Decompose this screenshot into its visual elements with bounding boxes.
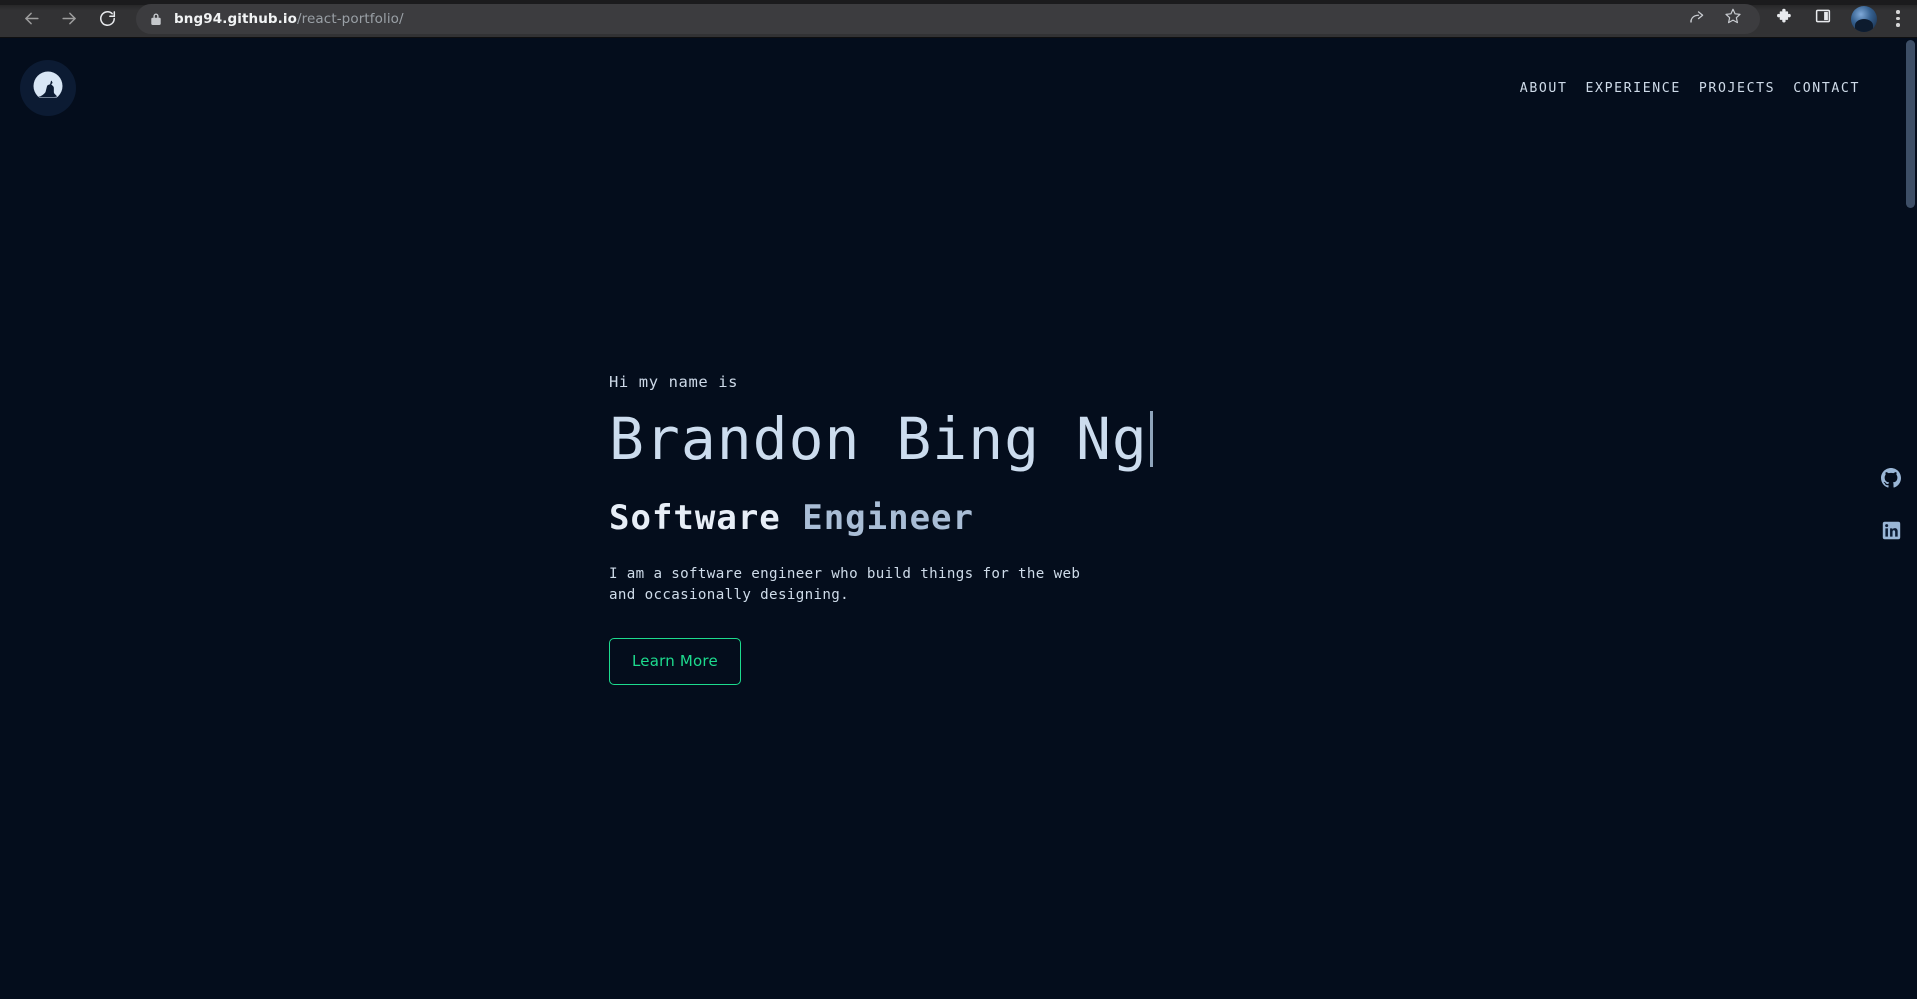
github-icon: [1881, 468, 1901, 493]
hero-section: Hi my name is Brandon Bing Ng Software E…: [609, 373, 1309, 685]
url-text: bng94.github.io/react-portfolio/: [174, 11, 404, 27]
browser-actions: [1776, 5, 1900, 32]
wolf-howling-moon-logo-icon: [28, 66, 68, 111]
side-panel-icon[interactable]: [1814, 7, 1832, 30]
hero-name: Brandon Bing Ng: [609, 409, 1309, 470]
reload-icon: [98, 9, 117, 28]
share-icon[interactable]: [1688, 7, 1706, 30]
browser-toolbar: bng94.github.io/react-portfolio/: [0, 0, 1917, 38]
arrow-left-icon: [22, 9, 41, 28]
linkedin-link[interactable]: [1882, 521, 1901, 545]
social-links-rail: [1881, 468, 1901, 545]
hero-description: I am a software engineer who build thing…: [609, 565, 1081, 603]
github-link[interactable]: [1881, 468, 1901, 493]
page-content: ABOUT EXPERIENCE PROJECTS CONTACT Hi my …: [0, 38, 1917, 999]
nav-item-contact[interactable]: CONTACT: [1793, 81, 1860, 96]
url-host: bng94.github.io: [174, 10, 298, 27]
browser-nav-buttons: [14, 2, 124, 36]
star-icon[interactable]: [1724, 7, 1742, 30]
site-logo[interactable]: [20, 60, 76, 116]
puzzle-piece-icon[interactable]: [1776, 7, 1795, 31]
kebab-menu-icon[interactable]: [1896, 10, 1900, 27]
nav-item-projects[interactable]: PROJECTS: [1699, 81, 1775, 96]
linkedin-icon: [1882, 521, 1901, 545]
forward-button[interactable]: [52, 2, 86, 36]
profile-avatar[interactable]: [1851, 5, 1877, 32]
page-scrollbar[interactable]: [1902, 38, 1917, 999]
hero-name-text: Brandon Bing Ng: [609, 405, 1148, 473]
hero-role-first-word: Software: [609, 497, 781, 538]
url-path: /react-portfolio/: [297, 10, 404, 27]
nav-item-experience[interactable]: EXPERIENCE: [1585, 81, 1680, 96]
site-header: ABOUT EXPERIENCE PROJECTS CONTACT: [0, 38, 1905, 138]
reload-button[interactable]: [90, 2, 124, 36]
learn-more-button[interactable]: Learn More: [609, 637, 741, 685]
omnibox-actions: [1688, 7, 1746, 30]
main-navigation: ABOUT EXPERIENCE PROJECTS CONTACT: [1520, 81, 1860, 96]
hero-greeting: Hi my name is: [609, 373, 739, 391]
typing-caret: [1149, 411, 1153, 468]
lock-icon: [150, 12, 162, 26]
back-button[interactable]: [14, 2, 48, 36]
hero-role-second-word: Engineer: [780, 497, 974, 538]
arrow-right-icon: [60, 9, 79, 28]
address-bar[interactable]: bng94.github.io/react-portfolio/: [136, 3, 1760, 34]
hero-role: Software Engineer: [609, 498, 1309, 538]
nav-item-about[interactable]: ABOUT: [1520, 81, 1568, 96]
scrollbar-thumb[interactable]: [1906, 40, 1915, 208]
